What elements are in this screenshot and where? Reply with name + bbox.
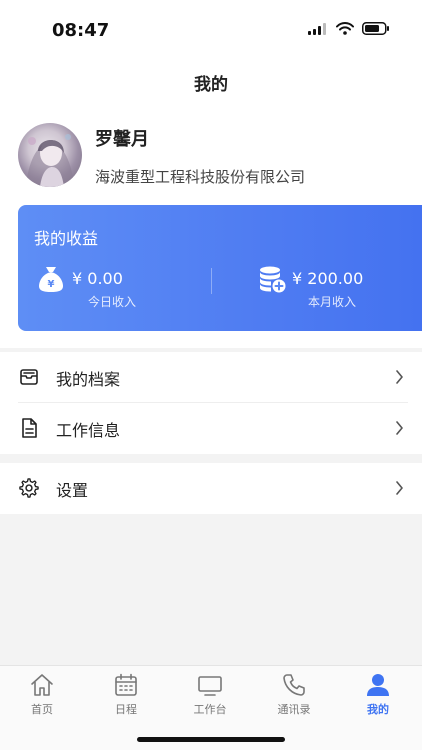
status-bar: 08:47 [0, 0, 422, 60]
svg-text:¥: ¥ [48, 279, 55, 290]
company-name: 海波重型工程科技股份有限公司 [95, 168, 306, 186]
earnings-title: 我的收益 [34, 229, 99, 248]
money-bag-icon: ¥ [39, 267, 63, 292]
avatar-illustration-icon [26, 134, 74, 187]
avatar[interactable] [18, 123, 82, 187]
menu-item-settings-label: 设置 [56, 481, 89, 500]
month-income-value: ¥ 200.00 [292, 269, 364, 288]
today-income-value: ¥ 0.00 [72, 269, 123, 288]
today-income-label: 今日收入 [88, 295, 137, 309]
tab-workbench[interactable]: 工作台 [168, 672, 252, 717]
battery-icon [362, 22, 389, 35]
menu-item-settings[interactable]: 设置 [0, 463, 422, 514]
tab-schedule-label: 日程 [115, 703, 137, 716]
gear-icon [19, 478, 39, 498]
month-income-label: 本月收入 [308, 295, 357, 309]
chevron-right-icon [396, 421, 403, 435]
signal-icon [308, 22, 326, 35]
chevron-right-icon [396, 370, 403, 384]
earnings-divider [211, 268, 212, 294]
earnings-card[interactable]: 我的收益 ¥ ¥ 0.00 今日收入 ¥ 200.00 本月收入 [18, 205, 422, 331]
tab-home[interactable]: 首页 [0, 672, 84, 717]
document-icon [22, 418, 37, 438]
archive-icon [20, 369, 38, 385]
wifi-icon [336, 22, 354, 35]
home-icon [31, 674, 53, 696]
page-title: 我的 [194, 75, 228, 95]
menu-item-work-info[interactable]: 工作信息 [0, 403, 422, 454]
menu-group-settings: 设置 [0, 463, 422, 514]
tab-schedule[interactable]: 日程 [84, 672, 168, 717]
person-icon [367, 674, 389, 696]
tab-mine-label: 我的 [367, 703, 389, 716]
menu-group-profile: 我的档案 工作信息 [0, 352, 422, 454]
tab-workbench-label: 工作台 [193, 703, 227, 716]
home-indicator [137, 737, 285, 742]
status-icons [308, 22, 390, 35]
menu-item-archive-label: 我的档案 [56, 370, 121, 389]
menu-item-archive[interactable]: 我的档案 [0, 352, 422, 403]
status-time: 08:47 [52, 20, 110, 41]
coins-plus-icon [260, 266, 286, 293]
tab-contacts-label: 通讯录 [277, 703, 311, 716]
tab-contacts[interactable]: 通讯录 [252, 672, 336, 717]
user-name: 罗馨月 [95, 129, 149, 150]
tab-home-label: 首页 [31, 703, 53, 716]
chevron-right-icon [396, 481, 403, 495]
tab-mine[interactable]: 我的 [336, 672, 420, 717]
phone-icon [283, 674, 305, 696]
calendar-icon [115, 673, 137, 696]
menu-item-work-info-label: 工作信息 [56, 421, 121, 440]
monitor-icon [198, 676, 222, 696]
